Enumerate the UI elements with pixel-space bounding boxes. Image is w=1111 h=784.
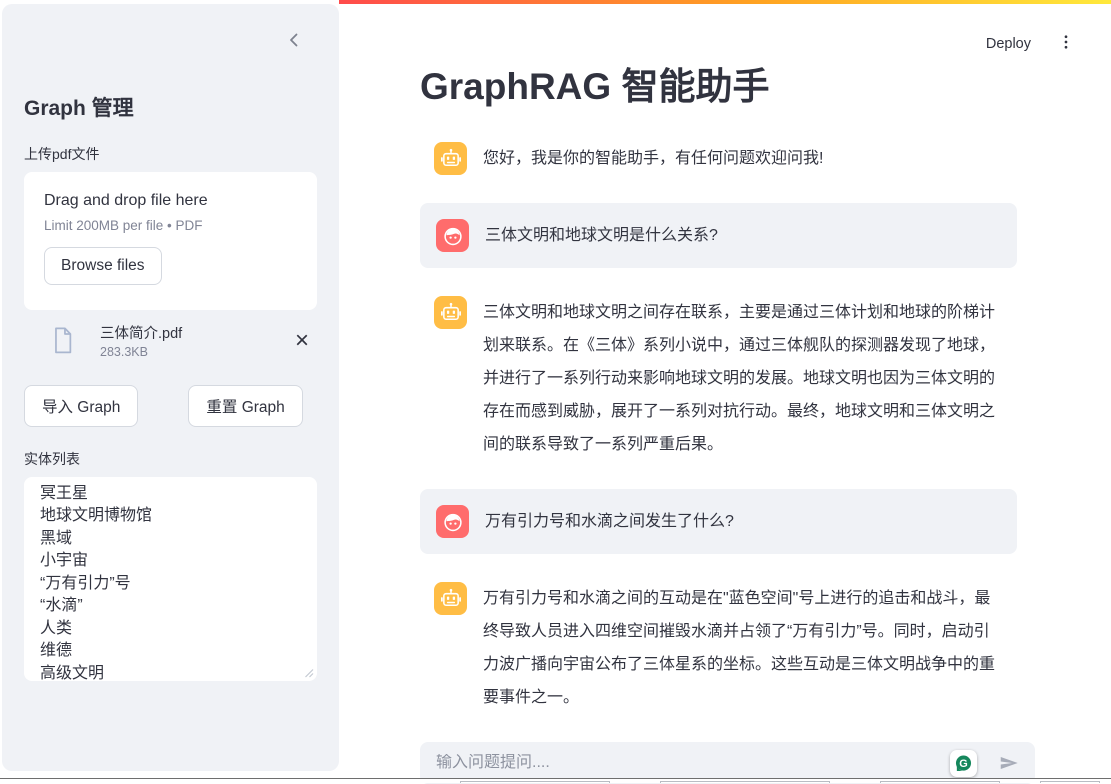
send-button[interactable]	[997, 752, 1021, 774]
browse-files-button[interactable]: Browse files	[44, 247, 162, 285]
sidebar-heading: Graph 管理	[24, 92, 317, 122]
svg-text:G: G	[959, 758, 968, 770]
chat-message-text: 万有引力号和水滴之间的互动是在"蓝色空间"号上进行的追击和战斗，最终导致人员进入…	[483, 582, 1003, 714]
chat-messages: 您好，我是你的智能助手，有任何问题欢迎问我! 三体文明和地球文明是什么关系? 三体文…	[420, 138, 1017, 718]
chat-input[interactable]	[436, 754, 950, 772]
resize-handle-icon[interactable]	[303, 667, 314, 678]
background-page-edge: 知识图谱展示	[0, 778, 1111, 783]
app-toolbar: Deploy	[986, 30, 1077, 57]
chat-message-user: 三体文明和地球文明是什么关系?	[420, 203, 1017, 268]
chat-message-text: 三体文明和地球文明之间存在联系，主要是通过三体计划和地球的阶梯计划来联系。在《三…	[483, 296, 1003, 461]
chat-message-text: 三体文明和地球文明是什么关系?	[485, 219, 718, 252]
chevron-left-icon	[287, 32, 301, 48]
dropzone-limit-text: Limit 200MB per file • PDF	[44, 218, 297, 233]
robot-icon	[440, 148, 462, 170]
uploaded-file-size: 283.3KB	[100, 345, 182, 359]
chat-message-text: 万有引力号和水滴之间发生了什么?	[485, 505, 734, 538]
send-icon	[997, 752, 1021, 774]
user-avatar	[436, 505, 469, 538]
robot-icon	[440, 588, 462, 610]
user-face-icon	[442, 225, 464, 247]
chat-message-text: 您好，我是你的智能助手，有任何问题欢迎问我!	[483, 142, 823, 175]
uploaded-file-row: 三体简介.pdf 283.3KB ×	[24, 320, 317, 361]
entity-item: 冥王星	[40, 483, 301, 506]
upload-label: 上传pdf文件	[24, 144, 317, 164]
dropzone-instruction: Drag and drop file here	[44, 192, 297, 210]
entity-item: 人类	[40, 618, 301, 641]
user-avatar	[436, 219, 469, 252]
grammarly-icon[interactable]: G	[950, 750, 977, 777]
entity-item: 地球文明博物馆	[40, 505, 301, 528]
entity-item: 维德	[40, 640, 301, 663]
chat-message-assistant: 万有引力号和水滴之间的互动是在"蓝色空间"号上进行的追击和战斗，最终导致人员进入…	[420, 578, 1017, 718]
overflow-menu-button[interactable]	[1055, 30, 1077, 57]
page-title: GraphRAG 智能助手	[420, 56, 1035, 110]
assistant-avatar	[434, 296, 467, 329]
import-graph-button[interactable]: 导入 Graph	[24, 385, 138, 427]
file-uploader-dropzone[interactable]: Drag and drop file here Limit 200MB per …	[24, 172, 317, 310]
sidebar: Graph 管理 上传pdf文件 Drag and drop file here…	[2, 4, 339, 771]
entity-item: “万有引力”号	[40, 573, 301, 596]
assistant-avatar	[434, 582, 467, 615]
entity-item: 黑域	[40, 528, 301, 551]
entity-item: “水滴”	[40, 595, 301, 618]
assistant-avatar	[434, 142, 467, 175]
chat-message-assistant: 您好，我是你的智能助手，有任何问题欢迎问我!	[420, 138, 1017, 179]
entity-list-box[interactable]: “蓝色空间”号冥王星地球文明博物馆黑域小宇宙“万有引力”号“水滴”人类维德高级文…	[24, 477, 317, 681]
main-content: GraphRAG 智能助手 您好，我是你的智能助手，有任何问题欢迎问我! 三体文明…	[420, 56, 1035, 784]
reset-graph-button[interactable]: 重置 Graph	[188, 385, 302, 427]
file-icon	[50, 325, 76, 356]
kebab-menu-icon	[1057, 32, 1075, 52]
uploaded-file-name: 三体简介.pdf	[100, 322, 182, 343]
entity-list-label: 实体列表	[24, 449, 317, 469]
entity-item: 高级文明	[40, 663, 301, 682]
deploy-button[interactable]: Deploy	[986, 36, 1031, 52]
status-decoration-bar	[339, 0, 1111, 4]
chat-message-user: 万有引力号和水滴之间发生了什么?	[420, 489, 1017, 554]
sidebar-collapse-button[interactable]	[285, 30, 303, 53]
entity-item: 小宇宙	[40, 550, 301, 573]
entity-list: “蓝色空间”号冥王星地球文明博物馆黑域小宇宙“万有引力”号“水滴”人类维德高级文…	[40, 477, 301, 681]
remove-file-button[interactable]: ×	[291, 329, 313, 353]
robot-icon	[440, 302, 462, 324]
user-face-icon	[442, 511, 464, 533]
chat-message-assistant: 三体文明和地球文明之间存在联系，主要是通过三体计划和地球的阶梯计划来联系。在《三…	[420, 292, 1017, 465]
